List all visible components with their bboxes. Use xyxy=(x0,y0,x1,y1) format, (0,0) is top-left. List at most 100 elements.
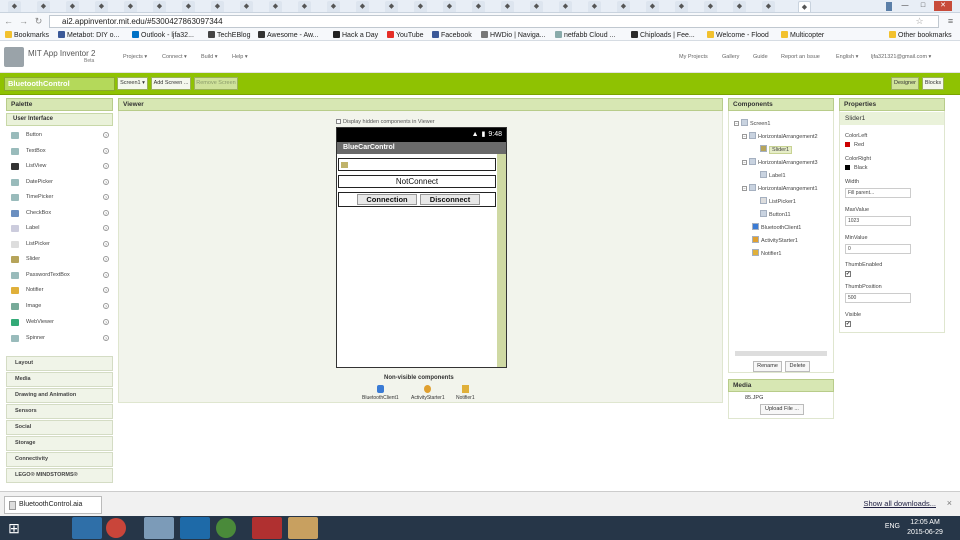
browser-tab[interactable]: ◆ xyxy=(762,1,775,12)
menu-connect[interactable]: Connect ▾ xyxy=(162,54,187,60)
browser-tab[interactable]: ◆ xyxy=(211,1,224,12)
rename-button[interactable]: Rename xyxy=(753,361,782,372)
collapse-icon[interactable]: − xyxy=(734,121,739,126)
palette-item-listview[interactable]: ListView? xyxy=(6,159,113,174)
palette-item-label[interactable]: Label? xyxy=(6,221,113,236)
reload-icon[interactable]: ↻ xyxy=(33,16,44,27)
checkbox[interactable] xyxy=(336,119,341,124)
collapse-icon[interactable]: − xyxy=(742,186,747,191)
slider-component[interactable] xyxy=(338,158,496,171)
palette-category-media[interactable]: Media xyxy=(6,372,113,387)
prop-thumbenabled-checkbox[interactable]: ✔ xyxy=(845,271,851,277)
profile-badge[interactable] xyxy=(886,2,892,11)
star-icon[interactable]: ☆ xyxy=(914,16,925,27)
paint-icon[interactable] xyxy=(288,517,318,539)
bookmark-item[interactable]: Welcome - Flood xyxy=(707,31,769,40)
label-component[interactable]: NotConnect xyxy=(338,175,496,188)
input-language[interactable]: ENG xyxy=(885,523,900,530)
bookmark-item[interactable]: Bookmarks xyxy=(5,31,49,40)
collapse-icon[interactable]: − xyxy=(742,134,747,139)
bookmark-item[interactable]: Multicopter xyxy=(781,31,824,40)
nonvisible-bluetooth[interactable]: BluetoothClient1 xyxy=(362,385,399,401)
browser-tab[interactable]: ◆ xyxy=(617,1,630,12)
help-icon[interactable]: ? xyxy=(103,319,109,325)
browser-tab[interactable]: ◆ xyxy=(472,1,485,12)
tree-listpicker1[interactable]: ListPicker1 xyxy=(760,197,796,207)
link-guide[interactable]: Guide xyxy=(753,54,768,60)
help-icon[interactable]: ? xyxy=(103,241,109,247)
tree-notifier1[interactable]: Notifier1 xyxy=(752,249,781,259)
connection-button[interactable]: Connection xyxy=(357,194,417,205)
palette-item-textbox[interactable]: TextBox? xyxy=(6,144,113,159)
link-gallery[interactable]: Gallery xyxy=(722,54,739,60)
help-icon[interactable]: ? xyxy=(103,148,109,154)
app-icon[interactable] xyxy=(180,517,210,539)
palette-category-social[interactable]: Social xyxy=(6,420,113,435)
tree-horizontalarrangement2[interactable]: − HorizontalArrangement2 xyxy=(742,132,818,142)
disconnect-button[interactable]: Disconnect xyxy=(420,194,480,205)
help-icon[interactable]: ? xyxy=(103,287,109,293)
clock[interactable]: 12:05 AM 2015-06-29 xyxy=(902,518,948,538)
download-item[interactable]: BluetoothControl.aia xyxy=(4,496,102,514)
close-window-button[interactable]: ✕ xyxy=(934,1,952,11)
browser-tab[interactable]: ◆ xyxy=(675,1,688,12)
menu-projects[interactable]: Projects ▾ xyxy=(123,54,147,60)
prop-maxvalue-input[interactable]: 1023 xyxy=(845,216,911,226)
close-icon[interactable]: × xyxy=(947,498,952,508)
browser-tab[interactable]: ◆ xyxy=(8,1,21,12)
bookmark-item[interactable]: TechEBlog xyxy=(208,31,250,40)
help-icon[interactable]: ? xyxy=(103,303,109,309)
palette-category-drawing[interactable]: Drawing and Animation xyxy=(6,388,113,403)
add-screen-button[interactable]: Add Screen ... xyxy=(151,77,191,90)
menu-build[interactable]: Build ▾ xyxy=(201,54,218,60)
help-icon[interactable]: ? xyxy=(103,272,109,278)
browser-tab[interactable]: ◆ xyxy=(443,1,456,12)
help-icon[interactable]: ? xyxy=(103,132,109,138)
palette-item-passwordtextbox[interactable]: PasswordTextBox? xyxy=(6,268,113,283)
blocks-button[interactable]: Blocks xyxy=(922,77,944,90)
nonvisible-activitystarter[interactable]: ActivityStarter1 xyxy=(411,385,445,401)
browser-tab[interactable]: ◆ xyxy=(182,1,195,12)
palette-item-spinner[interactable]: Spinner? xyxy=(6,331,113,346)
hidden-components-toggle[interactable]: Display hidden components in Viewer xyxy=(336,119,435,125)
prop-minvalue-input[interactable]: 0 xyxy=(845,244,911,254)
browser-tab[interactable]: ◆ xyxy=(646,1,659,12)
chrome-canary-icon[interactable] xyxy=(216,518,236,538)
palette-item-webviewer[interactable]: WebViewer? xyxy=(6,315,113,330)
palette-category-sensors[interactable]: Sensors xyxy=(6,404,113,419)
tree-label1[interactable]: Label1 xyxy=(760,171,786,181)
browser-tab[interactable]: ◆ xyxy=(733,1,746,12)
browser-tab[interactable]: ◆ xyxy=(66,1,79,12)
palette-item-slider[interactable]: Slider? xyxy=(6,252,113,267)
maximize-button[interactable]: □ xyxy=(914,1,932,11)
browser-tab[interactable]: ◆ xyxy=(124,1,137,12)
upload-file-button[interactable]: Upload File ... xyxy=(760,404,804,415)
pdf-icon[interactable] xyxy=(252,517,282,539)
prop-colorleft-value[interactable]: Red xyxy=(845,142,864,148)
address-bar[interactable]: ai2.appinventor.mit.edu/#530042786309734… xyxy=(49,15,939,28)
chrome-menu-icon[interactable]: ≡ xyxy=(945,16,956,27)
browser-tab[interactable]: ◆ xyxy=(240,1,253,12)
designer-button[interactable]: Designer xyxy=(891,77,919,90)
bookmark-item[interactable]: Hack a Day xyxy=(333,31,378,40)
nonvisible-notifier[interactable]: Notifier1 xyxy=(456,385,475,401)
palette-item-timepicker[interactable]: TimePicker? xyxy=(6,190,113,205)
prop-thumbposition-input[interactable]: 500 xyxy=(845,293,911,303)
components-scrollbar[interactable] xyxy=(735,351,827,356)
browser-tab[interactable]: ◆ xyxy=(153,1,166,12)
menu-help[interactable]: Help ▾ xyxy=(232,54,248,60)
palette-item-checkbox[interactable]: CheckBox? xyxy=(6,206,113,221)
link-report-issue[interactable]: Report an Issue xyxy=(781,54,820,60)
help-icon[interactable]: ? xyxy=(103,335,109,341)
help-icon[interactable]: ? xyxy=(103,163,109,169)
browser-tab[interactable]: ◆ xyxy=(298,1,311,12)
palette-item-button[interactable]: Button? xyxy=(6,128,113,143)
prop-colorright-value[interactable]: Black xyxy=(845,165,867,171)
help-icon[interactable]: ? xyxy=(103,179,109,185)
browser-tab[interactable]: ◆ xyxy=(414,1,427,12)
tree-button11[interactable]: Button11 xyxy=(760,210,791,220)
bookmark-item[interactable]: netfabb Cloud ... xyxy=(555,31,615,40)
help-icon[interactable]: ? xyxy=(103,210,109,216)
palette-category-storage[interactable]: Storage xyxy=(6,436,113,451)
browser-tab[interactable]: ◆ xyxy=(501,1,514,12)
